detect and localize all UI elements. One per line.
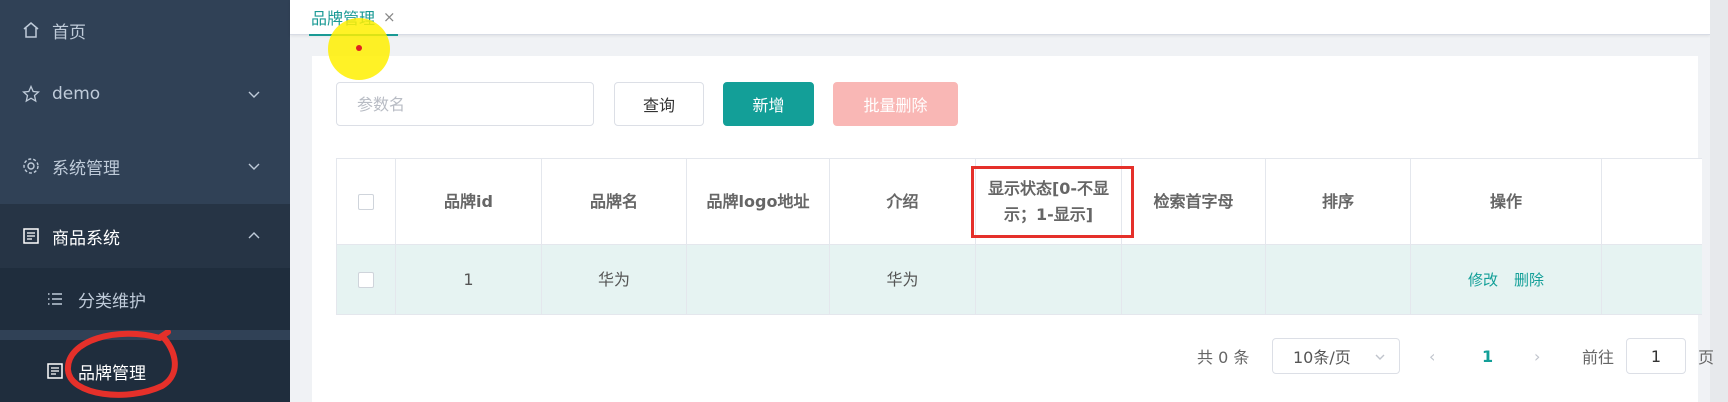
sidebar-item-label: demo — [52, 84, 101, 104]
table-header-row: 品牌id 品牌名 品牌logo地址 介绍 显示状态[0-不显 示；1-显示] 检… — [336, 159, 1702, 245]
select-all-cell — [336, 159, 396, 244]
sidebar-item-product-system[interactable]: 商品系统 — [0, 204, 290, 268]
edit-link[interactable]: 修改 — [1468, 267, 1498, 293]
table-cell — [687, 245, 830, 314]
gear-icon — [20, 155, 42, 177]
query-button[interactable]: 查询 — [614, 82, 704, 126]
cursor-dot — [356, 45, 362, 51]
row-select-cell — [336, 245, 396, 314]
row-checkbox[interactable] — [358, 271, 374, 288]
page-size-value: 10条/页 — [1293, 348, 1351, 367]
sidebar-subitem-label: 分类维护 — [78, 291, 146, 312]
sidebar-item-label: 首页 — [52, 22, 86, 43]
column-header[interactable]: 排序 — [1266, 159, 1411, 244]
sidebar-item-system[interactable]: 系统管理 — [0, 136, 290, 196]
brand-table: 品牌id 品牌名 品牌logo地址 介绍 显示状态[0-不显 示；1-显示] 检… — [336, 158, 1702, 315]
home-icon — [20, 19, 42, 41]
sidebar: 首页 demo 系统管理 商品系统 分类维护 品牌管理 — [0, 0, 290, 402]
chevron-down-icon — [1373, 349, 1387, 363]
product-icon — [20, 225, 42, 247]
actions-cell: 修改 删除 — [1411, 245, 1602, 314]
annotation-circle — [65, 330, 178, 398]
column-header: 操作 — [1411, 159, 1602, 244]
table-cell — [1122, 245, 1266, 314]
current-page[interactable]: 1 — [1482, 336, 1493, 376]
total-count: 共 0 条 — [1197, 348, 1250, 367]
column-header[interactable]: 介绍 — [830, 159, 976, 244]
page-size-select[interactable]: 10条/页 — [1272, 338, 1400, 374]
list-icon — [44, 288, 66, 310]
sidebar-item-label: 商品系统 — [52, 228, 120, 249]
search-input[interactable] — [336, 82, 594, 126]
column-header-show-status[interactable]: 显示状态[0-不显 示；1-显示] — [971, 159, 1134, 244]
main-content: 查询 新增 批量删除 品牌id 品牌名 品牌logo地址 介绍 显示状态[0-不… — [312, 56, 1714, 402]
table-cell — [976, 245, 1122, 314]
chevron-down-icon — [246, 158, 262, 174]
chevron-up-icon — [246, 228, 262, 244]
sidebar-item-home[interactable]: 首页 — [0, 0, 290, 60]
next-page-button[interactable]: › — [1534, 336, 1540, 376]
goto-label: 前往 — [1582, 348, 1615, 367]
column-header[interactable]: 品牌logo地址 — [687, 159, 830, 244]
tab-bar: 品牌管理 × — [290, 0, 1710, 36]
sidebar-item-label: 系统管理 — [52, 158, 120, 179]
select-all-checkbox[interactable] — [358, 193, 374, 210]
column-header[interactable]: 品牌名 — [542, 159, 687, 244]
sidebar-item-demo[interactable]: demo — [0, 64, 290, 124]
delete-link[interactable]: 删除 — [1514, 267, 1544, 293]
goto-page-input[interactable] — [1626, 338, 1686, 374]
table-cell: 1 — [396, 245, 542, 314]
star-icon — [20, 83, 42, 105]
table-cell: 华为 — [542, 245, 687, 314]
table-cell: 华为 — [830, 245, 976, 314]
table-cell — [1266, 245, 1411, 314]
page-suffix: 页 — [1698, 348, 1715, 367]
table-row: 1 华为 华为 修改 删除 — [336, 245, 1702, 315]
batch-delete-button[interactable]: 批量删除 — [833, 82, 958, 126]
add-button[interactable]: 新增 — [723, 82, 814, 126]
annotation-box — [971, 166, 1134, 238]
pagination: 共 0 条 10条/页 ‹ 1 › 前往 页 — [312, 336, 1714, 376]
sidebar-subitem-category[interactable]: 分类维护 — [0, 268, 290, 330]
chevron-down-icon — [246, 86, 262, 102]
prev-page-button[interactable]: ‹ — [1429, 336, 1435, 376]
close-icon[interactable]: × — [383, 8, 396, 26]
column-header[interactable]: 检索首字母 — [1122, 159, 1266, 244]
column-header[interactable]: 品牌id — [396, 159, 542, 244]
